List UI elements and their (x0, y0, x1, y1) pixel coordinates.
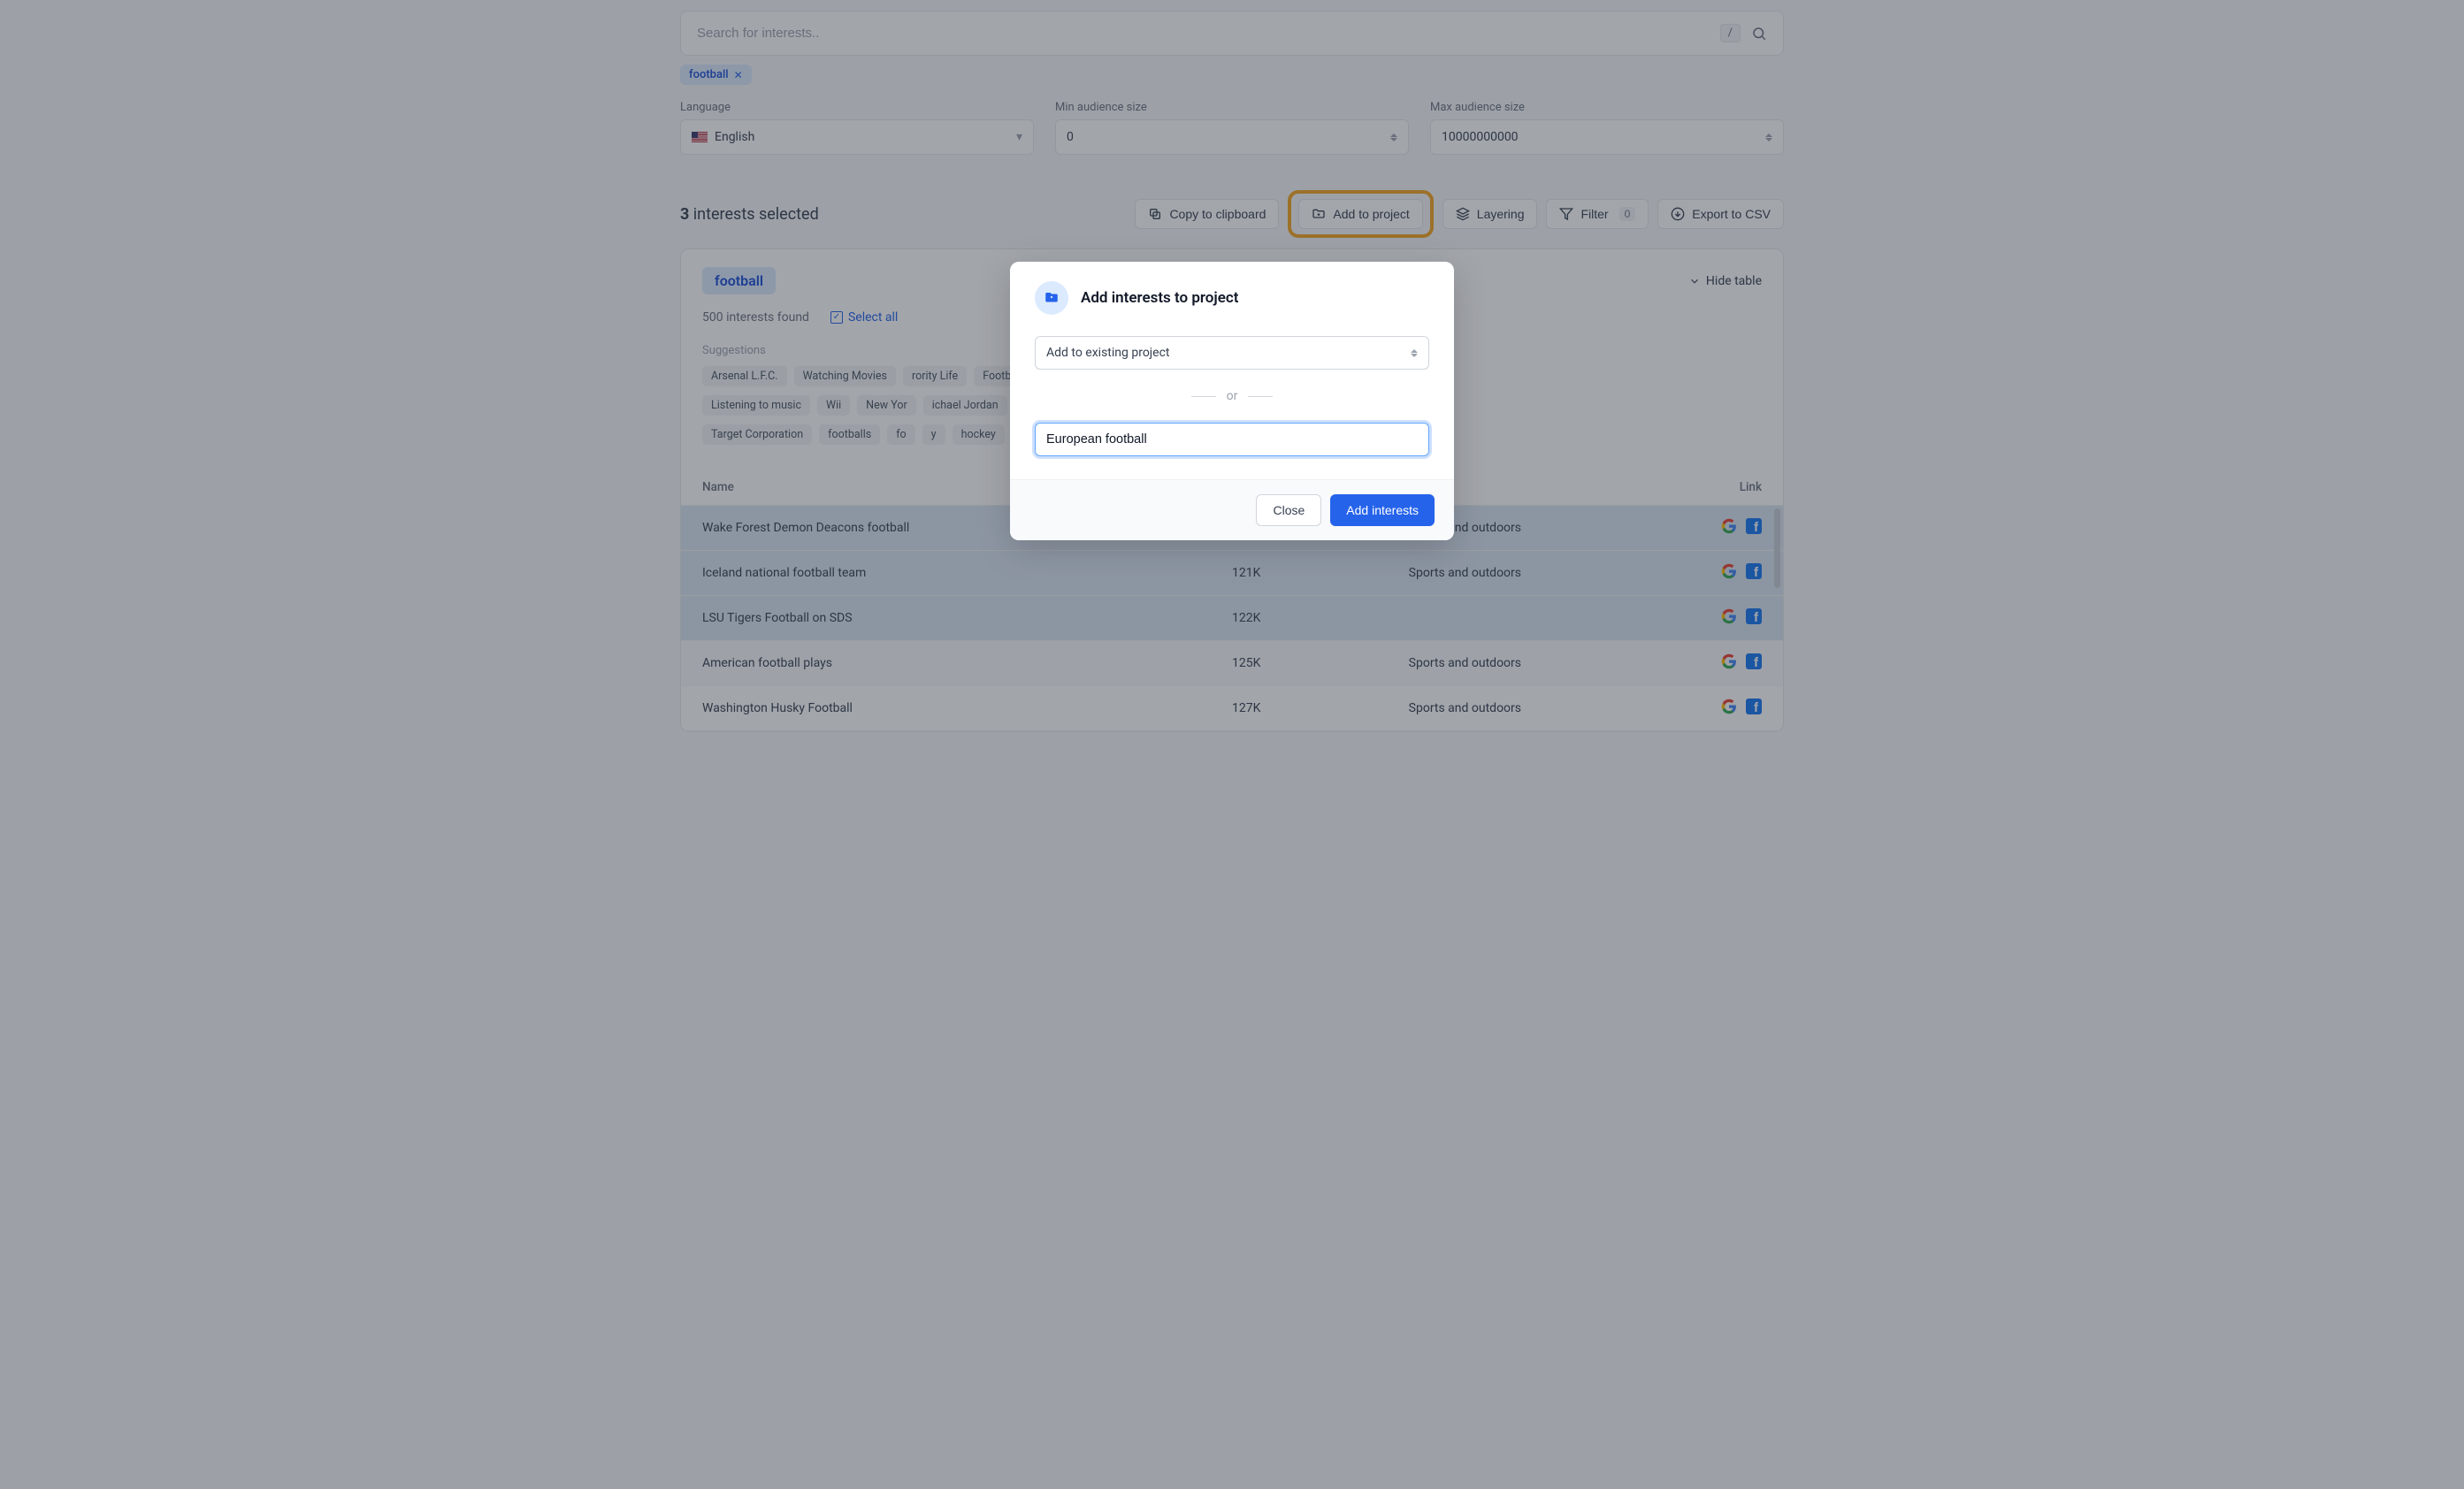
or-divider: or (1035, 389, 1429, 403)
close-button[interactable]: Close (1256, 494, 1321, 526)
folder-plus-icon (1035, 281, 1068, 315)
add-interests-button[interactable]: Add interests (1330, 494, 1435, 526)
modal-overlay[interactable]: Add interests to project Add to existing… (0, 0, 2464, 1489)
modal-title: Add interests to project (1081, 289, 1239, 307)
select-arrows-icon (1411, 349, 1418, 357)
new-project-name-input[interactable] (1035, 423, 1429, 456)
add-interests-modal: Add interests to project Add to existing… (1010, 262, 1454, 540)
existing-project-select[interactable]: Add to existing project (1035, 336, 1429, 370)
